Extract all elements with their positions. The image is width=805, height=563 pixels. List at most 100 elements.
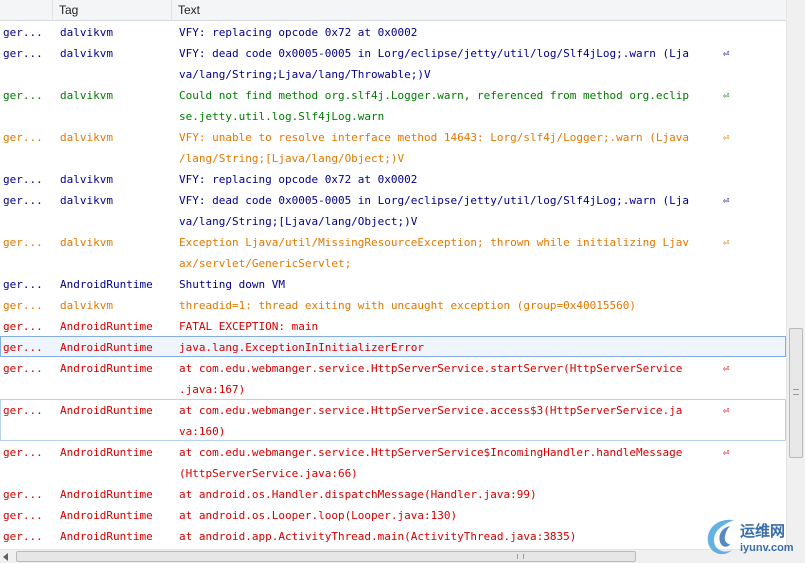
log-row[interactable]: ger... dalvikvm Could not find method org.… <box>0 84 786 126</box>
wrap-marker-icon: ⏎ <box>723 446 730 459</box>
wrap-marker-icon: ⏎ <box>723 131 730 144</box>
column-header-application[interactable] <box>0 0 53 21</box>
log-application: ger... <box>3 236 43 249</box>
grip-icon <box>517 554 524 559</box>
wrap-marker-icon: ⏎ <box>723 47 730 60</box>
log-row[interactable]: ger... dalvikvm threadid=1: thread exiting… <box>0 294 786 315</box>
log-message-line: Exception Ljava/util/MissingResourceExce… <box>179 236 689 249</box>
log-message-line: se.jetty.util.log.Slf4jLog.warn <box>179 110 385 123</box>
log-tag: dalvikvm <box>60 26 113 39</box>
log-row[interactable]: ger... AndroidRuntime at android.app.Activ… <box>0 525 786 546</box>
log-application: ger... <box>3 47 43 60</box>
column-header-text[interactable]: Text <box>172 0 786 21</box>
log-application: ger... <box>3 362 43 375</box>
log-application: ger... <box>3 26 43 39</box>
log-message-line: VFY: dead code 0x0005-0005 in Lorg/eclip… <box>179 47 689 60</box>
watermark-text-domain: iyunv.com <box>740 542 794 554</box>
log-tag: dalvikvm <box>60 89 113 102</box>
log-tag: dalvikvm <box>60 47 113 60</box>
log-application: ger... <box>3 278 43 291</box>
log-tag: AndroidRuntime <box>60 530 153 543</box>
watermark-text-cn: 运维网 <box>740 523 786 540</box>
column-header-tag[interactable]: Tag <box>53 0 172 21</box>
watermark-logo: 运维网 iyunv.com <box>700 512 805 563</box>
log-message-line: VFY: unable to resolve interface method … <box>179 131 689 144</box>
watermark-swirl-icon <box>707 519 734 555</box>
log-tag: dalvikvm <box>60 194 113 207</box>
vertical-scrollbar[interactable] <box>786 0 805 549</box>
log-tag: dalvikvm <box>60 299 113 312</box>
log-tag: dalvikvm <box>60 236 113 249</box>
log-row[interactable]: ger... AndroidRuntime at android.os.Looper… <box>0 504 786 525</box>
log-application: ger... <box>3 173 43 186</box>
grip-icon <box>793 389 799 395</box>
log-application: ger... <box>3 320 43 333</box>
log-message-line: va:160) <box>179 425 226 438</box>
log-message-line: ax/servlet/GenericServlet; <box>179 257 352 270</box>
log-message-line: .java:167) <box>179 383 246 396</box>
log-application: ger... <box>3 404 43 417</box>
log-row[interactable]: ger... dalvikvm VFY: dead code 0x0005-0005… <box>0 42 786 84</box>
log-message-line: at com.edu.webmanger.service.HttpServerS… <box>179 362 683 375</box>
log-row[interactable]: ger... AndroidRuntime Shutting down VM <box>0 273 786 294</box>
log-message-line: at android.app.ActivityThread.main(Activ… <box>179 530 577 543</box>
log-tag: AndroidRuntime <box>60 341 153 354</box>
log-message-line: /lang/String;[Ljava/lang/Object;)V <box>179 152 405 165</box>
log-message-line: VFY: replacing opcode 0x72 at 0x0002 <box>179 173 418 186</box>
log-tag: AndroidRuntime <box>60 320 153 333</box>
log-message-line: at android.os.Handler.dispatchMessage(Ha… <box>179 488 537 501</box>
log-row[interactable]: ger... AndroidRuntime at com.edu.webmanger… <box>0 441 786 483</box>
log-row[interactable]: ger... dalvikvm VFY: unable to resolve int… <box>0 126 786 168</box>
log-message-line: VFY: dead code 0x0005-0005 in Lorg/eclip… <box>179 194 689 207</box>
log-application: ger... <box>3 131 43 144</box>
log-application: ger... <box>3 488 43 501</box>
log-application: ger... <box>3 446 43 459</box>
wrap-marker-icon: ⏎ <box>723 89 730 102</box>
log-tag: AndroidRuntime <box>60 446 153 459</box>
log-application: ger... <box>3 341 43 354</box>
log-message-line: FATAL EXCEPTION: main <box>179 320 319 333</box>
column-header: Tag Text <box>0 0 786 21</box>
log-application: ger... <box>3 89 43 102</box>
log-tag: AndroidRuntime <box>60 488 153 501</box>
log-tag: AndroidRuntime <box>60 404 153 417</box>
log-row[interactable]: ger... dalvikvm VFY: replacing opcode 0x72… <box>0 168 786 189</box>
horizontal-scroll-thumb[interactable] <box>16 551 636 562</box>
log-message-line: va/lang/String;[Ljava/lang/Object;)V <box>179 215 418 228</box>
log-row[interactable]: ger... AndroidRuntime at android.os.Handle… <box>0 483 786 504</box>
log-tag: AndroidRuntime <box>60 362 153 375</box>
arrow-left-icon[interactable] <box>3 553 8 561</box>
log-message-line: threadid=1: thread exiting with uncaught… <box>179 299 636 312</box>
log-message-line: (HttpServerService.java:66) <box>179 467 358 480</box>
log-message-line: java.lang.ExceptionInInitializerError <box>179 341 425 354</box>
log-message-line: at android.os.Looper.loop(Looper.java:13… <box>179 509 458 522</box>
logcat-table: ger... dalvikvm VFY: replacing opcode 0x72… <box>0 21 786 549</box>
vertical-scroll-thumb[interactable] <box>789 328 803 458</box>
log-application: ger... <box>3 509 43 522</box>
wrap-marker-icon: ⏎ <box>723 194 730 207</box>
log-row[interactable]: ger... AndroidRuntime java.lang.ExceptionI… <box>0 336 786 357</box>
log-row[interactable]: ger... dalvikvm VFY: dead code 0x0005-0005… <box>0 189 786 231</box>
log-message-line: Shutting down VM <box>179 278 285 291</box>
horizontal-scrollbar[interactable] <box>0 549 786 563</box>
log-message-line: VFY: replacing opcode 0x72 at 0x0002 <box>179 26 418 39</box>
log-row[interactable]: ger... AndroidRuntime at com.edu.webmanger… <box>0 357 786 399</box>
log-application: ger... <box>3 194 43 207</box>
log-application: ger... <box>3 299 43 312</box>
log-application: ger... <box>3 530 43 543</box>
log-row[interactable]: ger... AndroidRuntime at com.edu.webmanger… <box>0 399 786 441</box>
log-message-line: Could not find method org.slf4j.Logger.w… <box>179 89 689 102</box>
log-message-line: at com.edu.webmanger.service.HttpServerS… <box>179 404 683 417</box>
log-message-line: at com.edu.webmanger.service.HttpServerS… <box>179 446 683 459</box>
log-row[interactable]: ger... dalvikvm VFY: replacing opcode 0x72… <box>0 21 786 42</box>
log-row[interactable]: ger... AndroidRuntime FATAL EXCEPTION: mai… <box>0 315 786 336</box>
log-row[interactable]: ger... dalvikvm Exception Ljava/util/Missi… <box>0 231 786 273</box>
log-tag: AndroidRuntime <box>60 509 153 522</box>
wrap-marker-icon: ⏎ <box>723 362 730 375</box>
log-tag: AndroidRuntime <box>60 278 153 291</box>
log-message-line: va/lang/String;Ljava/lang/Throwable;)V <box>179 68 431 81</box>
wrap-marker-icon: ⏎ <box>723 236 730 249</box>
log-tag: dalvikvm <box>60 131 113 144</box>
log-tag: dalvikvm <box>60 173 113 186</box>
wrap-marker-icon: ⏎ <box>723 404 730 417</box>
